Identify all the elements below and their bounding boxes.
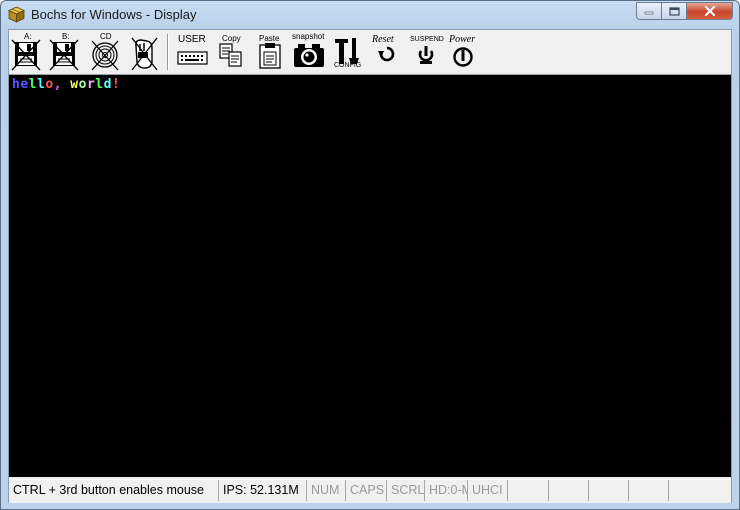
bochs-window: Bochs for Windows - Display A: B: CD USE… [0,0,740,510]
status-hd-indicator: HD:0-M [425,480,468,501]
client-area: A: B: CD USER Copy Paste snapshot CONFIG… [8,29,732,503]
window-title: Bochs for Windows - Display [31,7,197,22]
keyboard-icon [177,51,208,65]
maximize-icon [668,6,680,16]
config-button[interactable]: CONFIG [331,32,365,72]
caption-buttons [636,2,733,20]
display-char: o [45,77,54,92]
cdrom-icon [91,40,119,71]
status-uhci-indicator: UHCI [468,480,508,501]
status-caps-indicator: CAPS [346,480,387,501]
emulator-display[interactable]: hello, world! [9,75,731,477]
suspend-icon [418,46,434,64]
reset-button[interactable]: Reset [371,32,403,72]
minimize-icon [644,11,654,15]
display-char: l [95,77,104,92]
paste-icon [259,43,281,69]
toolbar-separator [167,34,169,70]
snapshot-button[interactable]: snapshot [291,32,327,72]
bochs-toolbar: A: B: CD USER Copy Paste snapshot CONFIG… [9,30,731,75]
user-button[interactable]: USER [176,32,210,72]
cdrom-button[interactable]: CD [89,32,121,72]
maximize-button[interactable] [662,2,687,20]
paste-button[interactable]: Paste [255,32,285,72]
close-button[interactable] [687,2,733,20]
status-empty-slot [669,480,689,501]
copy-icon [219,43,242,67]
copy-button[interactable]: Copy [217,32,245,72]
status-empty-slot [629,480,669,501]
status-mouse-hint: CTRL + 3rd button enables mouse [9,480,219,501]
title-bar[interactable]: Bochs for Windows - Display [1,1,739,29]
display-char: , [53,77,62,92]
status-ips: IPS: 52.131M [219,480,307,501]
display-char: w [70,77,79,92]
mouse-icon [131,37,158,71]
minimize-button[interactable] [636,2,662,20]
mouse-capture-button[interactable] [127,32,161,72]
power-button[interactable]: Power [447,32,481,72]
floppy-b-button[interactable]: B: [49,32,79,72]
display-char: ! [111,77,121,92]
display-char: e [20,77,29,92]
status-empty-slot [508,480,549,501]
display-char: l [28,77,37,92]
display-char: o [78,77,87,92]
floppy-a-button[interactable]: A: [11,32,41,72]
status-scrl-indicator: SCRL [387,480,425,501]
floppy-disk-icon [49,39,79,71]
reset-icon [378,46,395,62]
suspend-button[interactable]: SUSPEND [409,32,444,72]
status-bar: CTRL + 3rd button enables mouse IPS: 52.… [9,479,731,503]
camera-icon [294,44,324,67]
status-num-indicator: NUM [307,480,346,501]
bochs-app-icon [8,6,25,23]
status-empty-slot [549,480,589,501]
display-text-line: hello, world! [12,77,120,92]
close-icon [704,6,715,16]
power-icon [453,47,473,67]
floppy-disk-icon [11,39,41,71]
status-empty-slot [589,480,629,501]
config-label: CONFIG [334,62,362,69]
display-char: d [103,77,112,92]
